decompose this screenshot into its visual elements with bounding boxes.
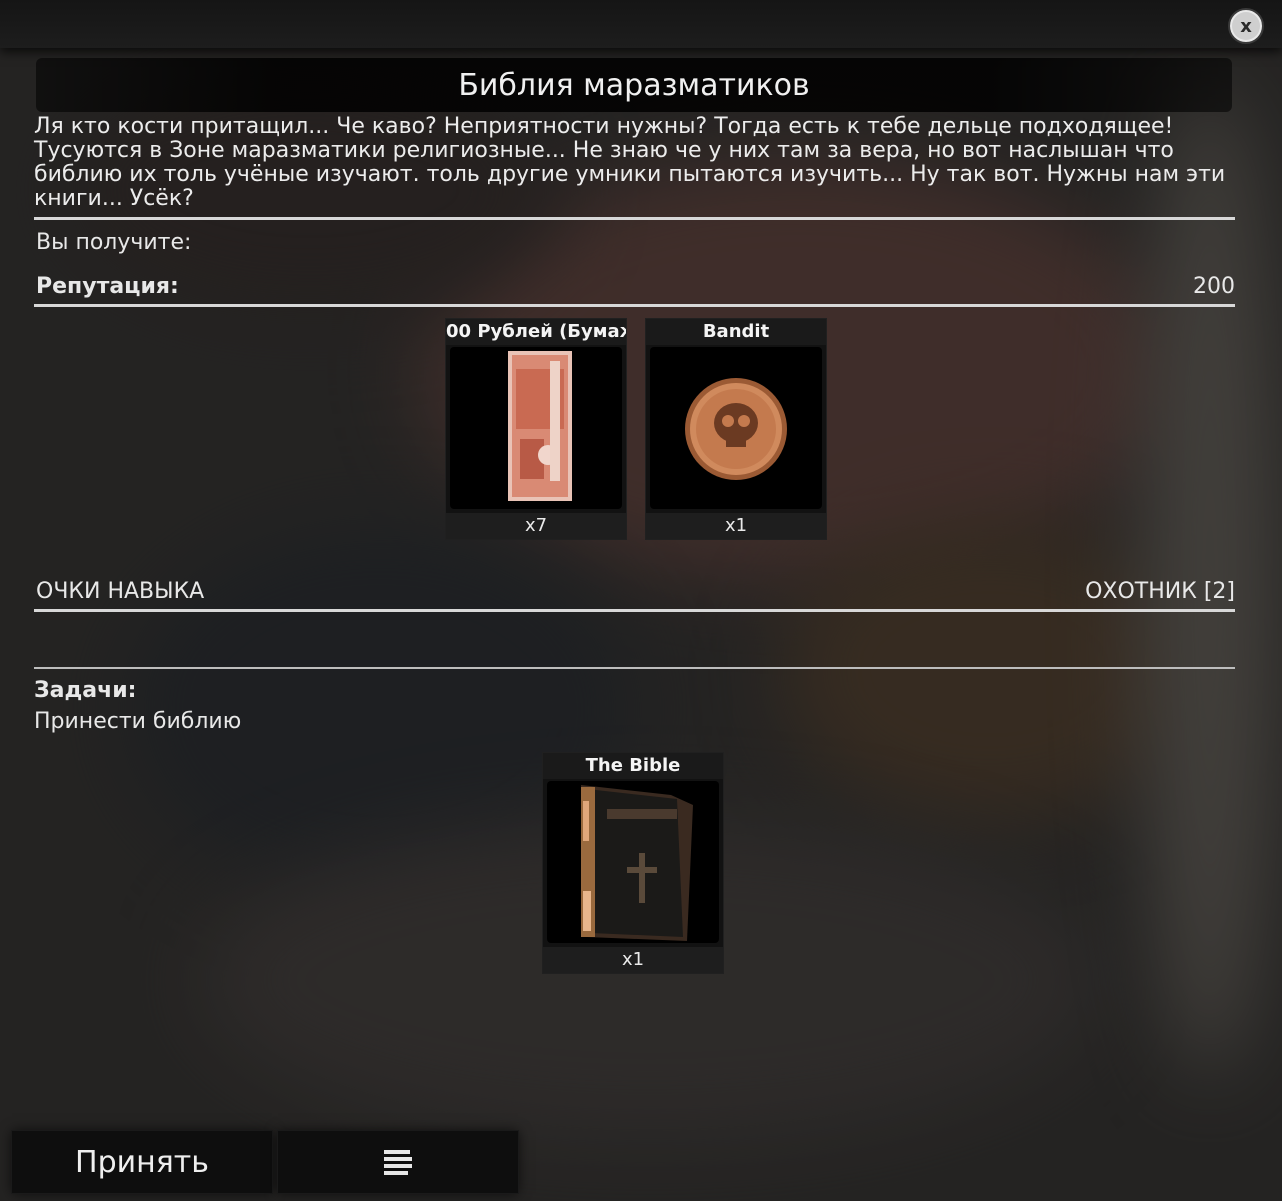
item-name: The Bible — [543, 753, 723, 779]
accept-button-label: Принять — [75, 1144, 209, 1180]
item-picture — [450, 347, 622, 509]
tasks-heading: Задачи: — [34, 678, 137, 703]
accept-button[interactable]: Принять — [12, 1131, 272, 1193]
divider — [34, 304, 1235, 307]
task-text: Принести библию — [34, 709, 242, 734]
skill-points-value: ОХОТНИК [2] — [1085, 579, 1235, 604]
task-item-bible[interactable]: The Bible x1 — [543, 753, 723, 973]
bible-book-icon — [581, 785, 693, 941]
quest-title: Библия маразматиков — [458, 68, 810, 103]
quest-list-button[interactable] — [278, 1131, 518, 1193]
item-quantity: x1 — [543, 947, 723, 973]
list-lines-icon — [384, 1150, 412, 1175]
divider — [34, 217, 1235, 220]
skill-points-label: ОЧКИ НАВЫКА — [36, 579, 205, 604]
close-icon: x — [1240, 15, 1252, 37]
reputation-label: Репутация: — [36, 274, 179, 299]
item-picture — [547, 781, 719, 943]
close-button[interactable]: x — [1228, 8, 1264, 44]
reward-item-banknote[interactable]: 00 Рублей (Бумажн x7 — [446, 319, 626, 539]
banknote-icon — [508, 351, 572, 501]
item-quantity: x7 — [446, 513, 626, 539]
bandit-coin-icon — [685, 378, 787, 480]
reward-item-bandit[interactable]: Bandit x1 — [646, 319, 826, 539]
reputation-value: 200 — [1193, 274, 1235, 299]
item-name: Bandit — [646, 319, 826, 345]
window-top-bar — [0, 0, 1282, 48]
item-name: 00 Рублей (Бумажн — [446, 319, 626, 345]
item-picture — [650, 347, 822, 509]
rewards-heading: Вы получите: — [36, 230, 192, 255]
divider — [34, 609, 1235, 612]
item-quantity: x1 — [646, 513, 826, 539]
divider — [34, 667, 1235, 669]
quest-description: Ля кто кости притащил... Че каво? Неприя… — [34, 114, 1226, 211]
